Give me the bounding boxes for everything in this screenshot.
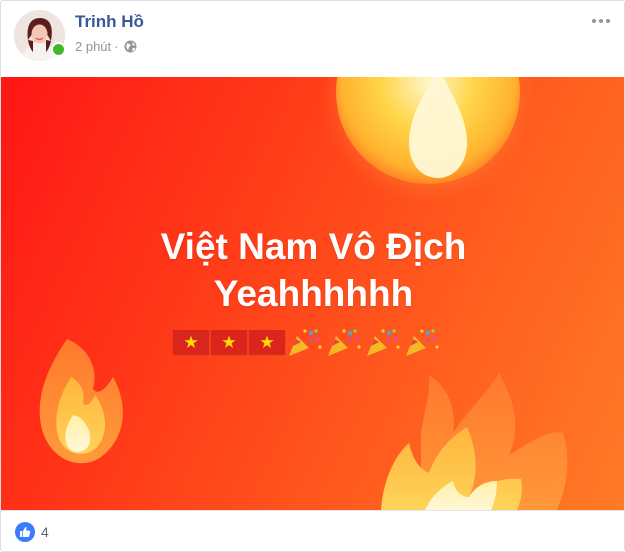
more-dot (592, 19, 596, 23)
party-popper-icon (406, 329, 439, 356)
post-time[interactable]: 2 phút (75, 39, 111, 54)
party-popper-icon (289, 329, 322, 356)
like-icon[interactable] (15, 522, 35, 542)
post-card: Trinh Hồ 2 phút · Việt Nam Vô Địch Yeahh… (0, 0, 625, 552)
author-name[interactable]: Trinh Hồ (75, 12, 144, 32)
online-status-dot (51, 42, 66, 57)
avatar-container[interactable] (14, 10, 66, 61)
vietnam-flag-icon (211, 330, 247, 354)
reaction-summary[interactable]: 4 (15, 522, 49, 542)
vietnam-flag-icon (173, 330, 209, 354)
post-footer: 4 (1, 510, 624, 551)
more-options-icon[interactable] (588, 11, 614, 31)
vietnam-flag-icon (249, 330, 285, 354)
emoji-row (173, 326, 441, 358)
party-popper-icon (367, 329, 400, 356)
more-dot (599, 19, 603, 23)
meta-separator: · (114, 39, 119, 54)
status-headline: Việt Nam Vô Địch Yeahhhhhh (1, 223, 624, 317)
status-banner: Việt Nam Vô Địch Yeahhhhhh (1, 77, 624, 510)
post-meta: 2 phút · (75, 39, 137, 54)
party-popper-icon (328, 329, 361, 356)
headline-line-2: Yeahhhhhh (213, 273, 414, 314)
post-header: Trinh Hồ 2 phút · (1, 1, 624, 77)
more-dot (606, 19, 610, 23)
headline-line-1: Việt Nam Vô Địch (160, 226, 467, 267)
globe-icon[interactable] (124, 40, 137, 53)
reaction-count[interactable]: 4 (41, 524, 49, 540)
